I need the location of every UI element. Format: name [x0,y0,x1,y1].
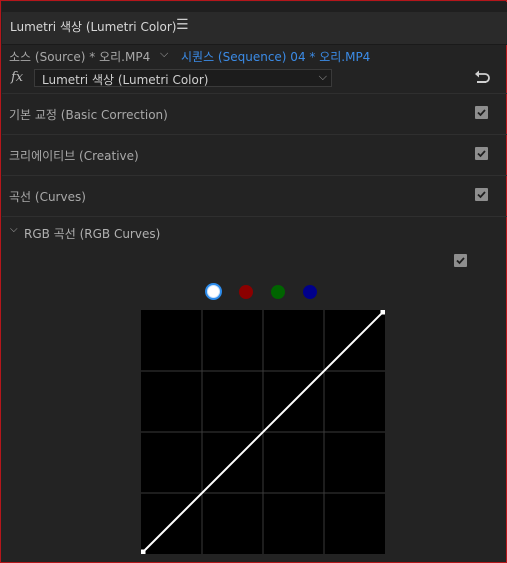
section-label: 곡선 (Curves) [9,190,86,204]
section-label: 크리에이티브 (Creative) [9,149,139,163]
section-label: 기본 교정 (Basic Correction) [9,108,168,122]
chevron-down-icon[interactable]: ⌵ [10,224,18,235]
rgb-curves-label: RGB 곡선 (RGB Curves) [24,227,161,241]
section-curves[interactable]: 곡선 (Curves) [2,176,507,217]
section-checkbox[interactable] [475,188,488,201]
hamburger-menu-icon[interactable]: ☰ [176,17,189,33]
rgb-curves-checkbox[interactable] [454,254,467,267]
source-clip-label[interactable]: 소스 (Source) * 오리.MP4 [9,48,150,65]
reset-icon[interactable] [473,69,491,85]
chevron-down-icon: ⌵ [318,70,327,83]
curve-control-point[interactable] [380,309,386,315]
chevron-down-icon[interactable]: ⌵ [160,47,168,61]
channel-luma-button[interactable] [205,283,222,300]
section-creative[interactable]: 크리에이티브 (Creative) [2,135,507,176]
effect-row: fx Lumetri 색상 (Lumetri Color) ⌵ [2,67,507,94]
fx-icon: fx [11,70,24,85]
sequence-clip-label[interactable]: 시퀀스 (Sequence) 04 * 오리.MP4 [181,48,370,65]
section-checkbox[interactable] [475,106,488,119]
section-checkbox[interactable] [475,147,488,160]
curve-control-point[interactable] [140,549,146,555]
panel-title: Lumetri 색상 (Lumetri Color) [10,20,177,34]
source-sequence-bar: 소스 (Source) * 오리.MP4 ⌵ 시퀀스 (Sequence) 04… [2,45,507,67]
curve-graph[interactable] [140,309,386,555]
channel-red-button[interactable] [239,285,253,299]
rgb-curve-editor[interactable] [140,309,386,555]
effect-dropdown-value: Lumetri 색상 (Lumetri Color) [42,73,209,87]
section-basic-correction[interactable]: 기본 교정 (Basic Correction) [2,94,507,135]
rgb-curves-header[interactable]: ⌵ RGB 곡선 (RGB Curves) [2,217,507,247]
channel-blue-button[interactable] [303,285,317,299]
effect-dropdown[interactable]: Lumetri 색상 (Lumetri Color) ⌵ [34,69,332,87]
channel-green-button[interactable] [271,285,285,299]
top-strip [2,2,507,12]
lumetri-color-panel: Lumetri 색상 (Lumetri Color) ☰ 소스 (Source)… [0,0,507,563]
panel-title-bar: Lumetri 색상 (Lumetri Color) ☰ [2,2,507,45]
